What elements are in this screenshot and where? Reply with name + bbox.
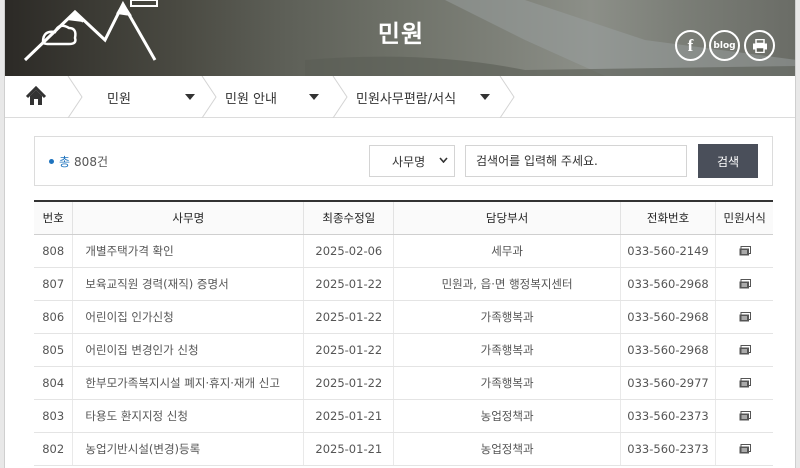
row-department: 민원과, 읍·면 행정복지센터 bbox=[393, 267, 621, 301]
table-row: 807 보육교직원 경력(재직) 증명서 2025-01-22 민원과, 읍·면… bbox=[34, 267, 773, 301]
document-icon bbox=[739, 312, 751, 322]
row-form-download[interactable] bbox=[715, 333, 773, 367]
row-number: 806 bbox=[34, 300, 73, 334]
search-field-select[interactable]: 사무명 bbox=[369, 145, 455, 177]
row-date: 2025-01-21 bbox=[303, 399, 394, 433]
row-form-download[interactable] bbox=[715, 234, 773, 268]
row-date: 2025-01-22 bbox=[303, 267, 394, 301]
row-subject-link[interactable]: 농업기반시설(변경)등록 bbox=[72, 432, 304, 466]
row-number: 807 bbox=[34, 267, 73, 301]
civil-affairs-table: 번호 사무명 최종수정일 담당부서 전화번호 민원서식 808 개별주택가격 확… bbox=[34, 200, 773, 466]
row-phone: 033-560-2373 bbox=[619, 432, 716, 466]
row-phone: 033-560-2149 bbox=[619, 234, 716, 268]
blog-share-button[interactable]: blog bbox=[709, 30, 740, 61]
breadcrumb-separator bbox=[499, 76, 515, 118]
row-date: 2025-01-22 bbox=[303, 366, 394, 400]
table-row: 808 개별주택가격 확인 2025-02-06 세무과 033-560-214… bbox=[34, 234, 773, 268]
column-header-subject: 사무명 bbox=[72, 200, 304, 235]
table-header-row: 번호 사무명 최종수정일 담당부서 전화번호 민원서식 bbox=[34, 200, 773, 235]
row-phone: 033-560-2977 bbox=[619, 366, 716, 400]
row-phone: 033-560-2968 bbox=[619, 267, 716, 301]
row-phone: 033-560-2968 bbox=[619, 300, 716, 334]
breadcrumb-separator bbox=[201, 76, 217, 118]
breadcrumb-item-3[interactable]: 민원사무편람/서식 bbox=[356, 76, 506, 118]
row-subject-link[interactable]: 어린이집 인가신청 bbox=[72, 300, 304, 334]
print-button[interactable] bbox=[744, 30, 775, 61]
row-number: 802 bbox=[34, 432, 73, 466]
row-subject-link[interactable]: 어린이집 변경인가 신청 bbox=[72, 333, 304, 367]
document-icon bbox=[739, 345, 751, 355]
column-header-phone: 전화번호 bbox=[619, 200, 716, 235]
total-count: 총 808건 bbox=[49, 153, 108, 170]
row-number: 804 bbox=[34, 366, 73, 400]
row-subject-link[interactable]: 한부모가족복지시설 폐지·휴지·재개 신고 bbox=[72, 366, 304, 400]
row-date: 2025-01-22 bbox=[303, 333, 394, 367]
search-input[interactable] bbox=[465, 145, 687, 177]
row-department: 농업정책과 bbox=[393, 432, 621, 466]
home-icon[interactable] bbox=[25, 86, 47, 106]
document-icon bbox=[739, 411, 751, 421]
table-row: 806 어린이집 인가신청 2025-01-22 가족행복과 033-560-2… bbox=[34, 300, 773, 334]
table-row: 802 농업기반시설(변경)등록 2025-01-21 농업정책과 033-56… bbox=[34, 432, 773, 466]
row-subject-link[interactable]: 보육교직원 경력(재직) 증명서 bbox=[72, 267, 304, 301]
chevron-down-icon bbox=[185, 94, 195, 100]
chevron-down-icon bbox=[439, 157, 448, 163]
row-number: 805 bbox=[34, 333, 73, 367]
row-department: 가족행복과 bbox=[393, 300, 621, 334]
search-panel: 총 808건 사무명 검색 bbox=[34, 136, 773, 186]
column-header-number: 번호 bbox=[34, 200, 73, 235]
chevron-down-icon bbox=[309, 94, 319, 100]
row-number: 808 bbox=[34, 234, 73, 268]
row-date: 2025-01-22 bbox=[303, 300, 394, 334]
breadcrumb: 민원 민원 안내 민원사무편람/서식 bbox=[5, 76, 795, 118]
document-icon bbox=[739, 444, 751, 454]
row-form-download[interactable] bbox=[715, 399, 773, 433]
breadcrumb-separator bbox=[332, 76, 348, 118]
row-department: 가족행복과 bbox=[393, 333, 621, 367]
facebook-share-button[interactable]: f bbox=[675, 30, 706, 61]
chevron-down-icon bbox=[480, 94, 490, 100]
column-header-form: 민원서식 bbox=[715, 200, 773, 235]
row-number: 803 bbox=[34, 399, 73, 433]
row-department: 가족행복과 bbox=[393, 366, 621, 400]
page-frame: 민원 f blog 민원 민원 안내 민원사무편람/서식 총 808건 사무명 … bbox=[4, 0, 796, 468]
header-banner: 민원 f blog bbox=[5, 0, 795, 76]
row-department: 세무과 bbox=[393, 234, 621, 268]
document-icon bbox=[739, 378, 751, 388]
row-phone: 033-560-2968 bbox=[619, 333, 716, 367]
row-subject-link[interactable]: 개별주택가격 확인 bbox=[72, 234, 304, 268]
document-icon bbox=[739, 279, 751, 289]
table-row: 803 타용도 환지지정 신청 2025-01-21 농업정책과 033-560… bbox=[34, 399, 773, 433]
table-row: 805 어린이집 변경인가 신청 2025-01-22 가족행복과 033-56… bbox=[34, 333, 773, 367]
row-form-download[interactable] bbox=[715, 366, 773, 400]
row-department: 농업정책과 bbox=[393, 399, 621, 433]
row-form-download[interactable] bbox=[715, 432, 773, 466]
search-button[interactable]: 검색 bbox=[698, 144, 758, 178]
document-icon bbox=[739, 246, 751, 256]
printer-icon bbox=[752, 38, 767, 53]
row-date: 2025-02-06 bbox=[303, 234, 394, 268]
breadcrumb-item-2[interactable]: 민원 안내 bbox=[225, 76, 335, 118]
breadcrumb-item-1[interactable]: 민원 bbox=[107, 76, 203, 118]
column-header-date: 최종수정일 bbox=[303, 200, 394, 235]
row-date: 2025-01-21 bbox=[303, 432, 394, 466]
breadcrumb-separator bbox=[67, 76, 83, 118]
row-phone: 033-560-2373 bbox=[619, 399, 716, 433]
row-subject-link[interactable]: 타용도 환지지정 신청 bbox=[72, 399, 304, 433]
row-form-download[interactable] bbox=[715, 300, 773, 334]
bullet-icon bbox=[49, 159, 54, 164]
table-row: 804 한부모가족복지시설 폐지·휴지·재개 신고 2025-01-22 가족행… bbox=[34, 366, 773, 400]
row-form-download[interactable] bbox=[715, 267, 773, 301]
column-header-department: 담당부서 bbox=[393, 200, 621, 235]
